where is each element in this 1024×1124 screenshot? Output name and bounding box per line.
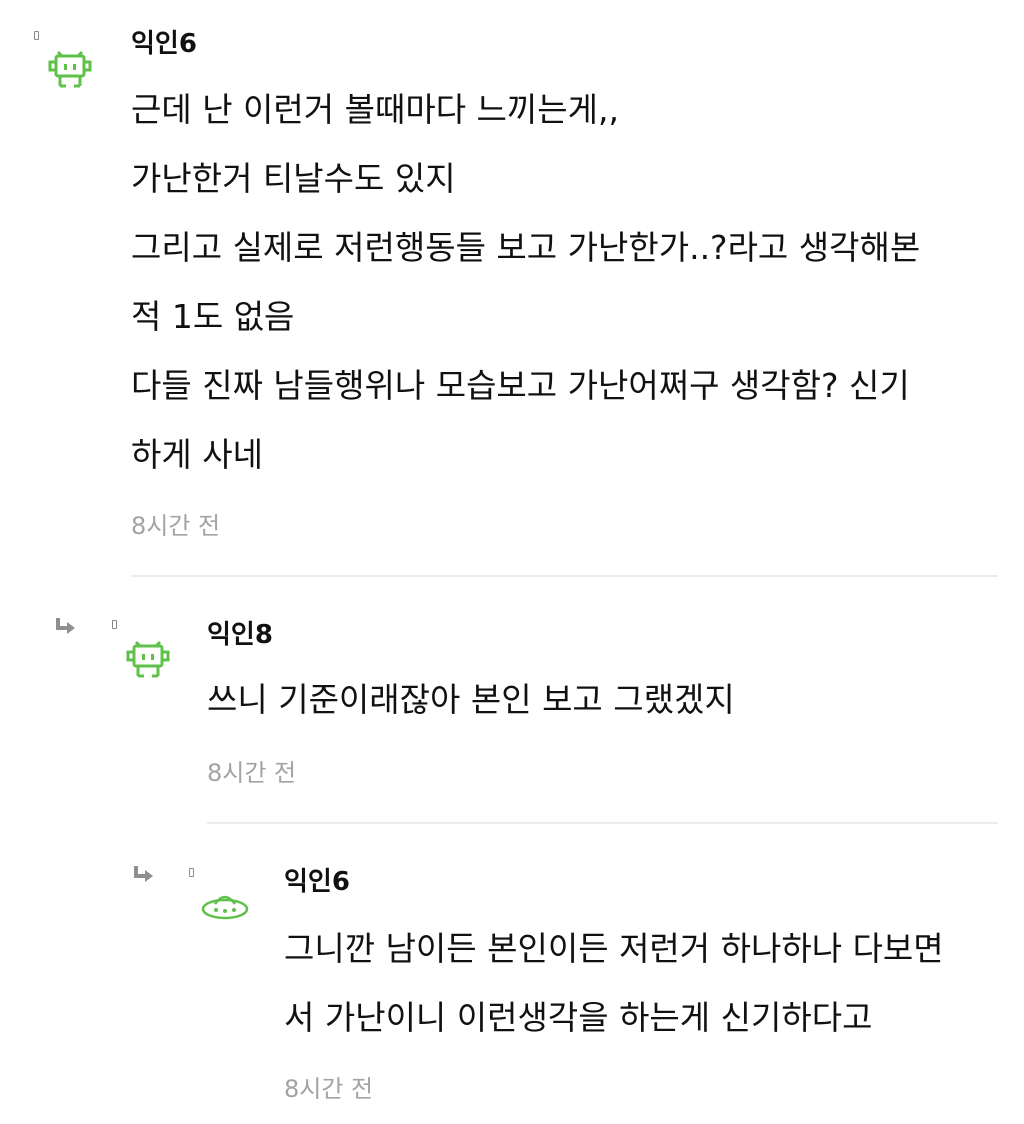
comment-text: 근데 난 이런거 볼때마다 느끼는게,, 가난한거 티날수도 있지 그리고 실제… — [131, 75, 920, 489]
comment-text: 그니깐 남이든 본인이든 저런거 하나하나 다보면 서 가난이니 이런생각을 하… — [284, 914, 944, 1052]
reply-arrow-icon — [134, 866, 153, 882]
comment-line: 그리고 실제로 저런행동들 보고 가난한가..?라고 생각해본 — [131, 228, 921, 267]
comment-line: 그니깐 남이든 본인이든 저런거 하나하나 다보면 — [284, 929, 944, 968]
reply-arrow-icon — [56, 618, 75, 634]
comment-timestamp: 8시간 전 — [207, 759, 297, 787]
green-invader-icon[interactable] — [124, 640, 172, 680]
comment-line: 하게 사네 — [131, 435, 263, 474]
divider — [207, 822, 998, 824]
comment-line: 적 1도 없음 — [131, 297, 295, 336]
comment-author[interactable]: 익인8 — [207, 620, 273, 650]
comment-line: 근데 난 이런거 볼때마다 느끼는게,, — [131, 90, 619, 129]
small-badge-icon — [112, 620, 117, 629]
divider — [131, 575, 998, 577]
comment-line: 서 가난이니 이런생각을 하는게 신기하다고 — [284, 998, 873, 1037]
green-invader-icon[interactable] — [46, 50, 94, 90]
comment-text: 쓰니 기준이래잖아 본인 보고 그랬겠지 — [207, 665, 735, 734]
comment-author[interactable]: 익인6 — [284, 867, 350, 897]
comment-timestamp: 8시간 전 — [284, 1075, 374, 1103]
small-badge-icon — [189, 868, 194, 877]
comment-line: 쓰니 기준이래잖아 본인 보고 그랬겠지 — [207, 680, 735, 719]
comment-line: 가난한거 티날수도 있지 — [131, 159, 456, 198]
green-ufo-icon[interactable] — [200, 890, 250, 922]
small-badge-icon — [34, 31, 39, 40]
comment-line: 다들 진짜 남들행위나 모습보고 가난어쩌구 생각함? 신기 — [131, 366, 910, 405]
comment-author[interactable]: 익인6 — [131, 29, 197, 59]
comment-timestamp: 8시간 전 — [131, 512, 221, 540]
